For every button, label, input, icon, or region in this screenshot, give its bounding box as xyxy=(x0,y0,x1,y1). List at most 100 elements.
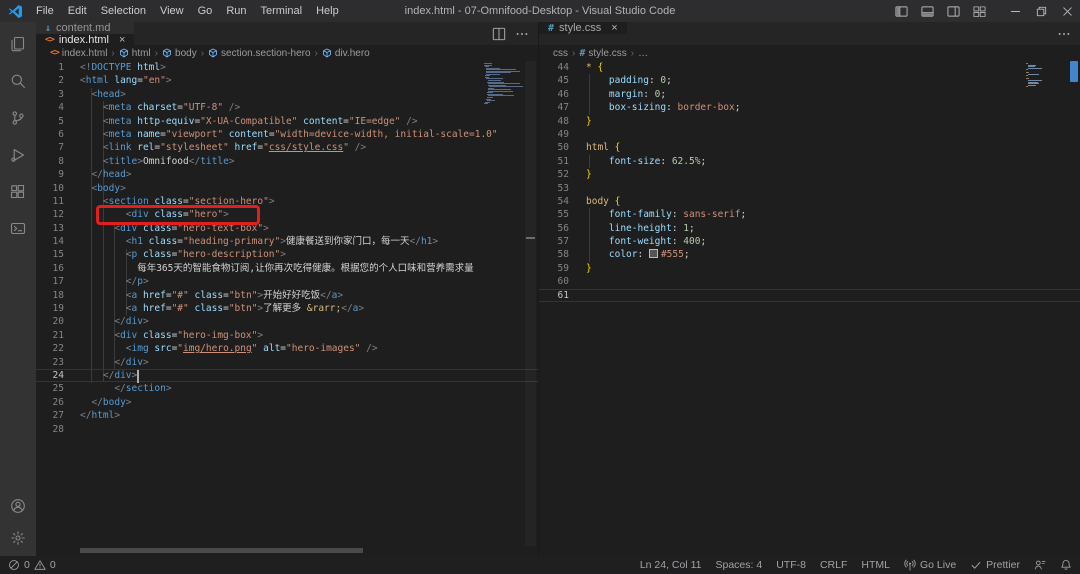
status-html[interactable]: HTML xyxy=(861,559,890,571)
split-editor-icon[interactable] xyxy=(492,27,506,41)
code-line-53[interactable]: 53 xyxy=(539,182,1080,195)
line-number[interactable]: 59 xyxy=(539,262,569,275)
line-number[interactable]: 51 xyxy=(539,155,569,168)
breadcrumb-item[interactable]: body xyxy=(162,48,197,59)
code-line-55[interactable]: 55 font-family: sans-serif; xyxy=(539,208,1080,221)
toggle-panel-icon[interactable] xyxy=(914,0,940,22)
toggle-secondary-sidebar-icon[interactable] xyxy=(940,0,966,22)
account-icon[interactable] xyxy=(0,490,36,522)
breadcrumb-item[interactable]: #style.css xyxy=(579,48,626,59)
status-prettier[interactable]: Prettier xyxy=(970,559,1020,571)
code-line-27[interactable]: 27</html> xyxy=(36,409,538,422)
tab-content-md[interactable]: ↓content.md xyxy=(36,22,135,34)
line-number[interactable]: 24 xyxy=(36,369,64,382)
line-number[interactable]: 10 xyxy=(36,182,64,195)
editor-left[interactable]: 1<!DOCTYPE html>2<html lang="en">3 <head… xyxy=(36,61,538,556)
code-line-22[interactable]: 22 <img src="img/hero.png" alt="hero-ima… xyxy=(36,342,538,355)
code-line-8[interactable]: 8 <title>Omnifood</title> xyxy=(36,155,538,168)
restore-button[interactable] xyxy=(1028,0,1054,22)
feedback-icon[interactable] xyxy=(1034,559,1046,571)
close-icon[interactable]: × xyxy=(119,35,125,46)
code-line-1[interactable]: 1<!DOCTYPE html> xyxy=(36,61,538,74)
settings-icon[interactable] xyxy=(0,522,36,554)
breadcrumb-item[interactable]: section.section-hero xyxy=(208,48,311,59)
line-number[interactable]: 46 xyxy=(539,88,569,101)
run-and-debug-icon[interactable] xyxy=(0,136,36,173)
code-line-5[interactable]: 5 <meta http-equiv="X-UA-Compatible" con… xyxy=(36,115,538,128)
line-number[interactable]: 25 xyxy=(36,382,64,395)
more-icon[interactable] xyxy=(1057,27,1071,41)
code-line-17[interactable]: 17 </p> xyxy=(36,275,538,288)
status-ln-24-col-11[interactable]: Ln 24, Col 11 xyxy=(640,559,702,571)
warning-count[interactable]: 0 xyxy=(34,559,56,571)
code-line-28[interactable]: 28 xyxy=(36,423,538,436)
line-number[interactable]: 7 xyxy=(36,141,64,154)
scrollbar-horizontal-left[interactable] xyxy=(80,548,363,553)
code-line-4[interactable]: 4 <meta charset="UTF-8" /> xyxy=(36,101,538,114)
status-crlf[interactable]: CRLF xyxy=(820,559,847,571)
line-number[interactable]: 4 xyxy=(36,101,64,114)
code-line-18[interactable]: 18 <a href="#" class="btn">开始好好吃饭</a> xyxy=(36,289,538,302)
menu-edit[interactable]: Edit xyxy=(61,5,94,17)
breadcrumb-item[interactable]: <>index.html xyxy=(50,48,107,59)
code-line-13[interactable]: 13 <div class="hero-text-box"> xyxy=(36,222,538,235)
menu-help[interactable]: Help xyxy=(309,5,346,17)
line-number[interactable]: 1 xyxy=(36,61,64,74)
code-line-48[interactable]: 48} xyxy=(539,115,1080,128)
explorer-icon[interactable] xyxy=(0,25,36,62)
bell-icon[interactable] xyxy=(1060,559,1072,571)
breadcrumb-item[interactable]: div.hero xyxy=(322,48,370,59)
code-line-54[interactable]: 54body { xyxy=(539,195,1080,208)
code-line-52[interactable]: 52} xyxy=(539,168,1080,181)
status-utf-8[interactable]: UTF-8 xyxy=(776,559,806,571)
code-line-25[interactable]: 25 </section> xyxy=(36,382,538,395)
code-line-23[interactable]: 23 </div> xyxy=(36,356,538,369)
code-line-24[interactable]: 24 </div> xyxy=(36,369,538,382)
search-icon[interactable] xyxy=(0,62,36,99)
scrollbar-vertical-left[interactable] xyxy=(525,61,536,546)
line-number[interactable]: 22 xyxy=(36,342,64,355)
line-number[interactable]: 56 xyxy=(539,222,569,235)
minimap-right[interactable] xyxy=(1026,63,1062,91)
editor-right[interactable]: 44* {45 padding: 0;46 margin: 0;47 box-s… xyxy=(539,61,1080,556)
error-count[interactable]: 0 xyxy=(8,559,30,571)
line-number[interactable]: 8 xyxy=(36,155,64,168)
line-number[interactable]: 15 xyxy=(36,248,64,261)
more-icon[interactable] xyxy=(515,27,529,41)
line-number[interactable]: 9 xyxy=(36,168,64,181)
code-line-9[interactable]: 9 </head> xyxy=(36,168,538,181)
line-number[interactable]: 57 xyxy=(539,235,569,248)
line-number[interactable]: 58 xyxy=(539,248,569,261)
code-line-26[interactable]: 26 </body> xyxy=(36,396,538,409)
code-line-49[interactable]: 49 xyxy=(539,128,1080,141)
line-number[interactable]: 11 xyxy=(36,195,64,208)
menu-file[interactable]: File xyxy=(29,5,61,17)
line-number[interactable]: 47 xyxy=(539,101,569,114)
code-line-3[interactable]: 3 <head> xyxy=(36,88,538,101)
problems-indicator[interactable]: 00 xyxy=(8,559,56,571)
code-line-61[interactable]: 61 xyxy=(539,289,1080,302)
line-number[interactable]: 16 xyxy=(36,262,64,275)
code-line-15[interactable]: 15 <p class="hero-description"> xyxy=(36,248,538,261)
line-number[interactable]: 53 xyxy=(539,182,569,195)
minimap-left[interactable] xyxy=(484,63,520,106)
code-line-60[interactable]: 60 xyxy=(539,275,1080,288)
menu-go[interactable]: Go xyxy=(191,5,220,17)
code-line-47[interactable]: 47 box-sizing: border-box; xyxy=(539,101,1080,114)
breadcrumb-item[interactable]: html xyxy=(119,48,151,59)
line-number[interactable]: 54 xyxy=(539,195,569,208)
scrollbar-vertical-right[interactable] xyxy=(1070,61,1078,82)
code-line-11[interactable]: 11 <section class="section-hero"> xyxy=(36,195,538,208)
code-line-19[interactable]: 19 <a href="#" class="btn">了解更多 &rarr;</… xyxy=(36,302,538,315)
toggle-sidebar-icon[interactable] xyxy=(888,0,914,22)
line-number[interactable]: 26 xyxy=(36,396,64,409)
line-number[interactable]: 12 xyxy=(36,208,64,221)
line-number[interactable]: 49 xyxy=(539,128,569,141)
line-number[interactable]: 2 xyxy=(36,74,64,87)
source-control-icon[interactable] xyxy=(0,99,36,136)
menu-selection[interactable]: Selection xyxy=(94,5,153,17)
code-line-44[interactable]: 44* { xyxy=(539,61,1080,74)
code-line-10[interactable]: 10 <body> xyxy=(36,182,538,195)
code-line-45[interactable]: 45 padding: 0; xyxy=(539,74,1080,87)
code-line-57[interactable]: 57 font-weight: 400; xyxy=(539,235,1080,248)
